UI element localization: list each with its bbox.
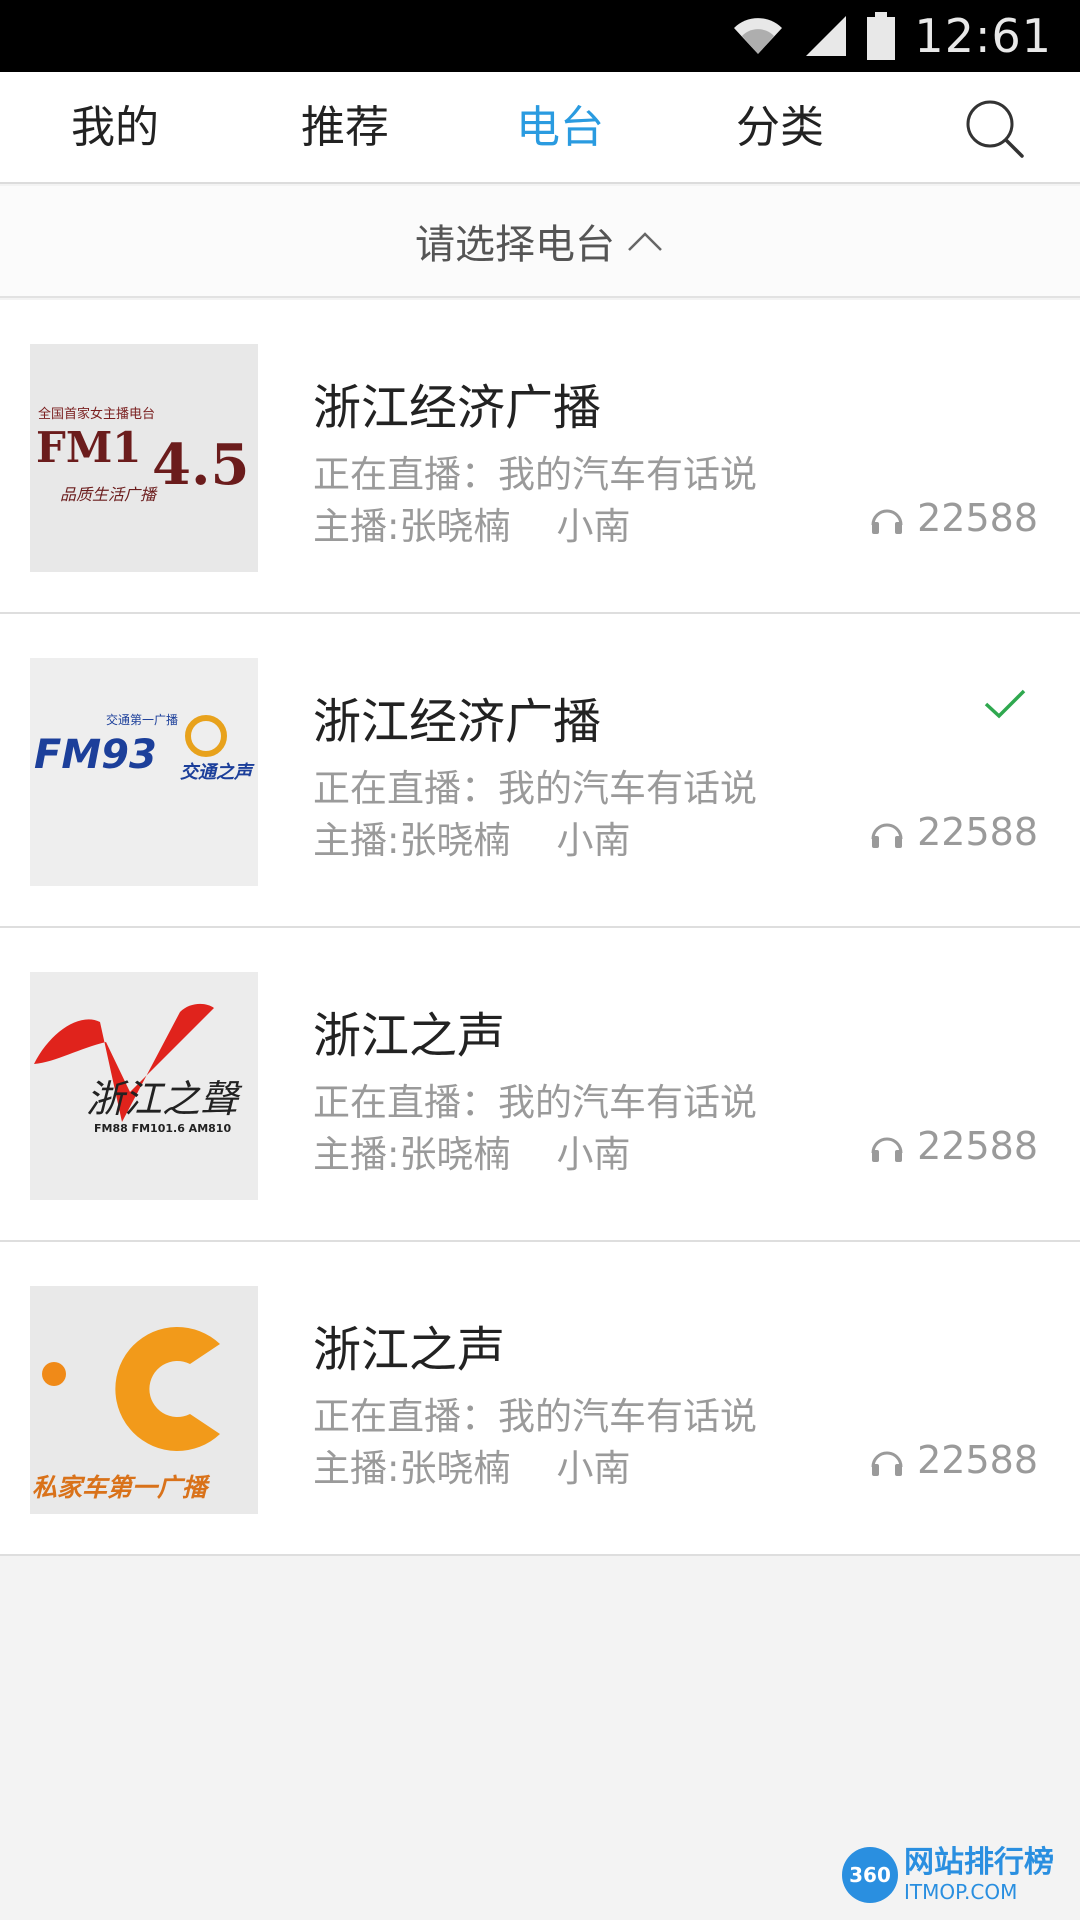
watermark-badge: 360 <box>842 1847 898 1903</box>
check-icon <box>984 689 1026 719</box>
listener-count: 22588 <box>869 496 1038 540</box>
station-name: 浙江之声 <box>313 1008 506 1064</box>
tab-radio[interactable]: 电台 <box>495 72 625 184</box>
station-logo: 交通第一广播 FM93 交通之声 <box>30 658 258 886</box>
station-picker[interactable]: 请选择电台 <box>0 186 1080 298</box>
headphones-icon <box>871 509 903 534</box>
station-live-program: 正在直播：我的汽车有话说 <box>313 767 757 810</box>
station-row[interactable]: 浙江之聲 FM88 FM101.6 AM810 浙江之声 正在直播：我的汽车有话… <box>0 928 1080 1242</box>
headphones-icon <box>871 823 903 848</box>
station-logo: 私家车第一广播 <box>30 1286 258 1514</box>
top-nav: 我的 推荐 电台 分类 <box>0 72 1080 184</box>
clock: 12:61 <box>914 9 1052 63</box>
station-live-program: 正在直播：我的汽车有话说 <box>313 453 757 496</box>
station-live-program: 正在直播：我的汽车有话说 <box>313 1081 757 1124</box>
headphones-icon <box>871 1137 903 1162</box>
listener-count: 22588 <box>869 810 1038 854</box>
signal-icon <box>806 16 847 56</box>
status-icons: 12:61 <box>730 0 1052 72</box>
status-bar: 12:61 <box>0 0 1080 72</box>
svg-text:品质生活广播: 品质生活广播 <box>60 485 158 504</box>
svg-text:交通第一广播: 交通第一广播 <box>106 712 178 727</box>
wifi-icon <box>734 18 783 54</box>
station-host: 主播:张晓楠 小南 <box>313 1447 631 1490</box>
station-list: 全国首家女主播电台 FM1 4.5 品质生活广播 浙江经济广播 正在直播：我的汽… <box>0 300 1080 1556</box>
svg-text:浙江之聲: 浙江之聲 <box>86 1077 243 1121</box>
listener-count: 22588 <box>869 1438 1038 1482</box>
watermark: 360 网站排行榜 ITMOP.COM <box>842 1840 1062 1910</box>
svg-text:交通之声: 交通之声 <box>180 762 255 783</box>
tab-mine[interactable]: 我的 <box>50 72 180 184</box>
station-logo: 浙江之聲 FM88 FM101.6 AM810 <box>30 972 258 1200</box>
station-host: 主播:张晓楠 小南 <box>313 819 631 862</box>
search-icon[interactable] <box>960 94 1030 164</box>
station-row[interactable]: 私家车第一广播 浙江之声 正在直播：我的汽车有话说 主播:张晓楠 小南 22588 <box>0 1242 1080 1556</box>
svg-text:全国首家女主播电台: 全国首家女主播电台 <box>38 406 155 422</box>
station-name: 浙江经济广播 <box>313 694 602 750</box>
station-host: 主播:张晓楠 小南 <box>313 1133 631 1176</box>
tab-category[interactable]: 分类 <box>715 72 845 184</box>
station-host: 主播:张晓楠 小南 <box>313 505 631 548</box>
battery-icon <box>867 12 896 60</box>
svg-text:FM93: FM93 <box>34 732 157 778</box>
svg-text:4.5: 4.5 <box>152 432 249 498</box>
chevron-up-icon <box>628 232 662 251</box>
station-live-program: 正在直播：我的汽车有话说 <box>313 1395 757 1438</box>
station-name: 浙江经济广播 <box>313 380 602 436</box>
station-logo: 全国首家女主播电台 FM1 4.5 品质生活广播 <box>30 344 258 572</box>
headphones-icon <box>871 1451 903 1476</box>
station-row[interactable]: 全国首家女主播电台 FM1 4.5 品质生活广播 浙江经济广播 正在直播：我的汽… <box>0 300 1080 614</box>
listener-count: 22588 <box>869 1124 1038 1168</box>
svg-text:私家车第一广播: 私家车第一广播 <box>32 1473 211 1502</box>
station-picker-label: 请选择电台 <box>415 222 615 268</box>
svg-text:FM1: FM1 <box>36 423 142 472</box>
station-row[interactable]: 交通第一广播 FM93 交通之声 浙江经济广播 正在直播：我的汽车有话说 主播:… <box>0 614 1080 928</box>
watermark-text: 网站排行榜 ITMOP.COM <box>904 1845 1054 1904</box>
svg-text:FM88 FM101.6 AM810: FM88 FM101.6 AM810 <box>94 1122 231 1135</box>
tab-recommend[interactable]: 推荐 <box>280 72 410 184</box>
station-name: 浙江之声 <box>313 1322 506 1378</box>
